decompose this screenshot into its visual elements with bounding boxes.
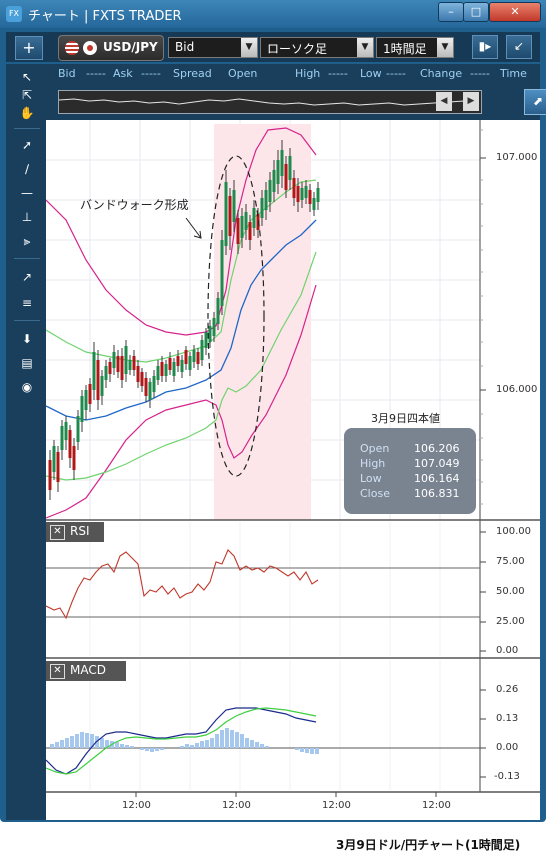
ohlc-low-label: Low: [360, 472, 382, 485]
pin-icon[interactable]: ➚: [17, 136, 37, 154]
chevron-down-icon: ▼: [241, 38, 257, 57]
time-label: Time: [500, 67, 527, 80]
hand-icon[interactable]: ✋: [17, 104, 37, 122]
timeframe-value: 1時間足: [383, 42, 427, 56]
chart-type-select[interactable]: ローソク足 ▼: [260, 37, 374, 58]
horizontal-line-icon[interactable]: —: [17, 184, 37, 202]
low-value: -----: [386, 67, 406, 80]
drawing-toolbar: ↖ ⇱ ✋ ➚ ∕ — ⊥ ⫸ ↗ ≡ ⬇ ▤ ◉: [6, 64, 46, 820]
time-label-2: 12:00: [222, 800, 251, 811]
macd-grid: [89, 660, 441, 790]
expand-button[interactable]: ⬈: [524, 89, 546, 115]
high-value: -----: [328, 67, 348, 80]
title-bar[interactable]: FX チャート | FXTS TRADER – □ ✕: [0, 0, 546, 28]
nav-right-arrow[interactable]: ▶: [463, 92, 479, 111]
annotation-arrow-line: [185, 217, 202, 239]
symbol-button[interactable]: USD/JPY: [58, 35, 164, 61]
minimize-button[interactable]: –: [438, 2, 464, 22]
price-type-select[interactable]: Bid ▼: [168, 37, 258, 58]
ohlc-high-label: High: [360, 457, 386, 470]
rsi-axis-100: 100.00: [496, 526, 531, 537]
vertical-line-icon[interactable]: ⊥: [17, 208, 37, 226]
list-icon[interactable]: ▤: [17, 354, 37, 372]
rsi-panel-label: ✕ RSI: [46, 522, 104, 542]
high-label: High: [295, 67, 321, 80]
macd-panel-title: MACD: [70, 663, 106, 677]
chart-type-value: ローソク足: [267, 42, 328, 56]
channel-icon[interactable]: ⫸: [17, 232, 37, 250]
ask-label: Ask: [113, 67, 133, 80]
figure-caption: 3月9日ドル/円チャート(1時間足): [336, 838, 521, 852]
macd-axis-013: 0.13: [496, 713, 519, 724]
ohlc-title: 3月9日四本値: [371, 412, 440, 425]
detach-icon[interactable]: ↙: [506, 35, 532, 59]
camera-icon[interactable]: ◉: [17, 378, 37, 396]
divider: [14, 320, 40, 321]
rsi-axis-50: 50.00: [496, 586, 525, 597]
rsi-axis-0: 0.00: [496, 645, 519, 656]
price-label-107: 107.000: [496, 152, 538, 163]
us-flag-icon: [65, 41, 79, 55]
pointer-icon[interactable]: ↖: [17, 68, 37, 86]
time-label-1: 12:00: [122, 800, 151, 811]
divider: [14, 128, 40, 129]
rsi-axis-75: 75.00: [496, 556, 525, 567]
annotation-label: バンドウォーク形成: [80, 198, 189, 212]
rsi-panel-title: RSI: [70, 524, 90, 538]
time-label-3: 12:00: [322, 800, 351, 811]
macd-axis-026: 0.26: [496, 684, 519, 695]
jp-flag-icon: [83, 41, 97, 55]
fan-icon[interactable]: ↗: [17, 268, 37, 286]
price-label-106: 106.000: [496, 384, 538, 395]
quote-header: Bid ----- Ask ----- Spread Open High ---…: [46, 64, 546, 120]
maximize-button[interactable]: □: [463, 2, 489, 22]
app-icon: FX: [6, 6, 22, 22]
march9-highlight: [214, 124, 311, 520]
crosshair-pointer-icon[interactable]: ⇱: [17, 86, 37, 104]
rsi-axis-25: 25.00: [496, 616, 525, 627]
macd-axis-neg013: -0.13: [494, 771, 520, 782]
download-icon[interactable]: ⬇: [17, 330, 37, 348]
macd-panel-label: ✕ MACD: [46, 661, 126, 681]
ohlc-close-label: Close: [360, 487, 390, 500]
chart-window: FX チャート | FXTS TRADER – □ ✕ + USD/JPY Bi…: [0, 0, 546, 822]
timeframe-select[interactable]: 1時間足 ▼: [376, 37, 454, 58]
fibonacci-icon[interactable]: ≡: [17, 294, 37, 312]
chevron-down-icon: ▼: [357, 38, 373, 57]
ohlc-high-value: 107.049: [414, 457, 460, 470]
chevron-down-icon: ▼: [437, 38, 453, 57]
trendline-icon[interactable]: ∕: [17, 160, 37, 178]
ask-value: -----: [141, 67, 161, 80]
add-chart-button[interactable]: +: [15, 36, 43, 60]
window-title: チャート | FXTS TRADER: [28, 9, 182, 24]
chart-toolbar: + USD/JPY Bid ▼ ローソク足 ▼ 1時間足 ▼ ▮▸ ↙: [6, 32, 540, 62]
nav-left-arrow[interactable]: ◀: [436, 92, 452, 111]
bid-value: -----: [86, 67, 106, 80]
spread-label: Spread: [173, 67, 212, 80]
divider: [14, 258, 40, 259]
close-rsi-icon[interactable]: ✕: [50, 525, 65, 540]
close-macd-icon[interactable]: ✕: [50, 664, 65, 679]
navigator-bar[interactable]: [58, 90, 482, 114]
ohlc-close-value: 106.831: [414, 487, 460, 500]
close-button[interactable]: ✕: [489, 2, 541, 22]
rsi-line: [45, 549, 319, 620]
change-label: Change: [420, 67, 463, 80]
ohlc-low-value: 106.164: [414, 472, 460, 485]
macd-axis-000: 0.00: [496, 742, 519, 753]
time-label-4: 12:00: [422, 800, 451, 811]
bid-label: Bid: [58, 67, 76, 80]
ohlc-open-label: Open: [360, 442, 390, 455]
ohlc-box: Open 106.206 High 107.049 Low 106.164 Cl…: [344, 428, 476, 514]
symbol-label: USD/JPY: [103, 40, 158, 54]
navigator-sparkline: [58, 98, 480, 106]
ohlc-open-value: 106.206: [414, 442, 460, 455]
panel-toggle-icon[interactable]: ▮▸: [472, 35, 498, 59]
open-label: Open: [228, 67, 258, 80]
low-label: Low: [360, 67, 382, 80]
price-type-value: Bid: [175, 40, 195, 54]
change-value: -----: [470, 67, 490, 80]
